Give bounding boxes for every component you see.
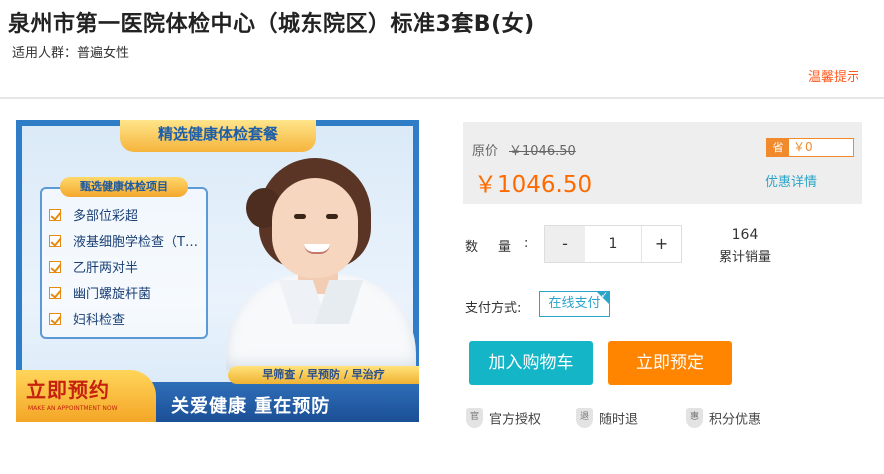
eye-left-shape (294, 214, 306, 219)
payment-option-label: 在线支付 (548, 296, 601, 311)
list-item: 液基细胞学检查（T… (49, 230, 209, 256)
discount-details-link[interactable]: 优惠详情 (765, 171, 817, 190)
list-item-label: 幽门螺旋杆菌 (73, 287, 152, 302)
list-item-label: 妇科检查 (73, 313, 126, 328)
assurance-label: 积分优惠 (709, 412, 762, 428)
assurance-label: 官方授权 (489, 412, 542, 428)
cta-subtext: MAKE AN APPOINTMENT NOW (28, 405, 118, 412)
book-now-button[interactable]: 立即预定 (608, 341, 732, 385)
checked-item-list: 多部位彩超 液基细胞学检查（T… 乙肝两对半 幽门螺旋杆菌 妇科检查 (49, 204, 209, 334)
payment-method-label: 支付方式: (465, 301, 522, 316)
slogan-text: 关爱健康 重在预防 (171, 396, 331, 417)
quantity-increase-button[interactable]: + (641, 226, 681, 262)
screening-strip: 早筛查 / 早预防 / 早治疗 (228, 366, 419, 384)
assurance-refund: 退随时退 (576, 408, 638, 428)
checkbox-icon (49, 261, 61, 273)
banner-ribbon: 精选健康体检套餐 (120, 120, 316, 152)
shield-icon: 退 (576, 408, 593, 428)
quantity-input[interactable]: 1 (585, 226, 641, 262)
shield-icon: 官 (466, 408, 483, 428)
checkbox-icon (49, 313, 61, 325)
original-price: ￥1046.50 (509, 144, 576, 159)
original-price-label: 原价 (472, 144, 499, 159)
assurance-points: 惠积分优惠 (686, 408, 761, 428)
header-divider (0, 97, 884, 99)
list-item: 妇科检查 (49, 308, 209, 334)
list-item-label: 液基细胞学检查（T… (73, 235, 198, 250)
item-list-title: 甄选健康体检项目 (60, 177, 188, 197)
audience-text: 适用人群：普遍女性 (12, 46, 130, 61)
list-item: 幽门螺旋杆菌 (49, 282, 209, 308)
savings-value: ￥0 (793, 140, 813, 154)
face-shape (272, 178, 358, 278)
quantity-decrease-button[interactable]: - (545, 226, 585, 262)
assurance-official: 官官方授权 (466, 408, 541, 428)
savings-badge: 省 ￥0 (766, 138, 854, 157)
add-to-cart-button[interactable]: 加入购物车 (469, 341, 593, 385)
eye-right-shape (326, 214, 338, 219)
quantity-colon: : (524, 236, 529, 251)
savings-tag: 省 (767, 139, 789, 156)
checkbox-icon (49, 287, 61, 299)
cta-text: 立即预约 (26, 378, 110, 402)
payment-option-online[interactable]: 在线支付 ✓ (539, 291, 610, 317)
current-price: ￥1046.50 (474, 172, 593, 198)
shield-icon: 惠 (686, 408, 703, 428)
checkbox-icon (49, 235, 61, 247)
product-banner-image: 精选健康体检套餐 甄选健康体检项目 多部位彩超 液基细胞学检查（T… 乙肝两对半… (16, 120, 419, 422)
list-item-label: 多部位彩超 (73, 209, 139, 224)
assurance-label: 随时退 (599, 412, 639, 428)
doctor-illustration (226, 156, 416, 370)
quantity-label: 数量 (465, 240, 532, 255)
quantity-stepper: - 1 + (544, 225, 682, 263)
list-item-label: 乙肝两对半 (73, 261, 139, 276)
list-item: 多部位彩超 (49, 204, 209, 230)
sales-label: 累计销量 (718, 250, 771, 265)
tip-link[interactable]: 温馨提示 (808, 66, 858, 85)
sales-count: 164 (731, 227, 759, 243)
checkbox-icon (49, 209, 61, 221)
product-page: 泉州市第一医院体检中心（城东院区）标准3套B(女) 适用人群：普遍女性 温馨提示… (0, 0, 884, 474)
list-item: 乙肝两对半 (49, 256, 209, 282)
checkmark-icon: ✓ (600, 291, 608, 301)
product-title: 泉州市第一医院体检中心（城东院区）标准3套B(女) (8, 12, 535, 37)
